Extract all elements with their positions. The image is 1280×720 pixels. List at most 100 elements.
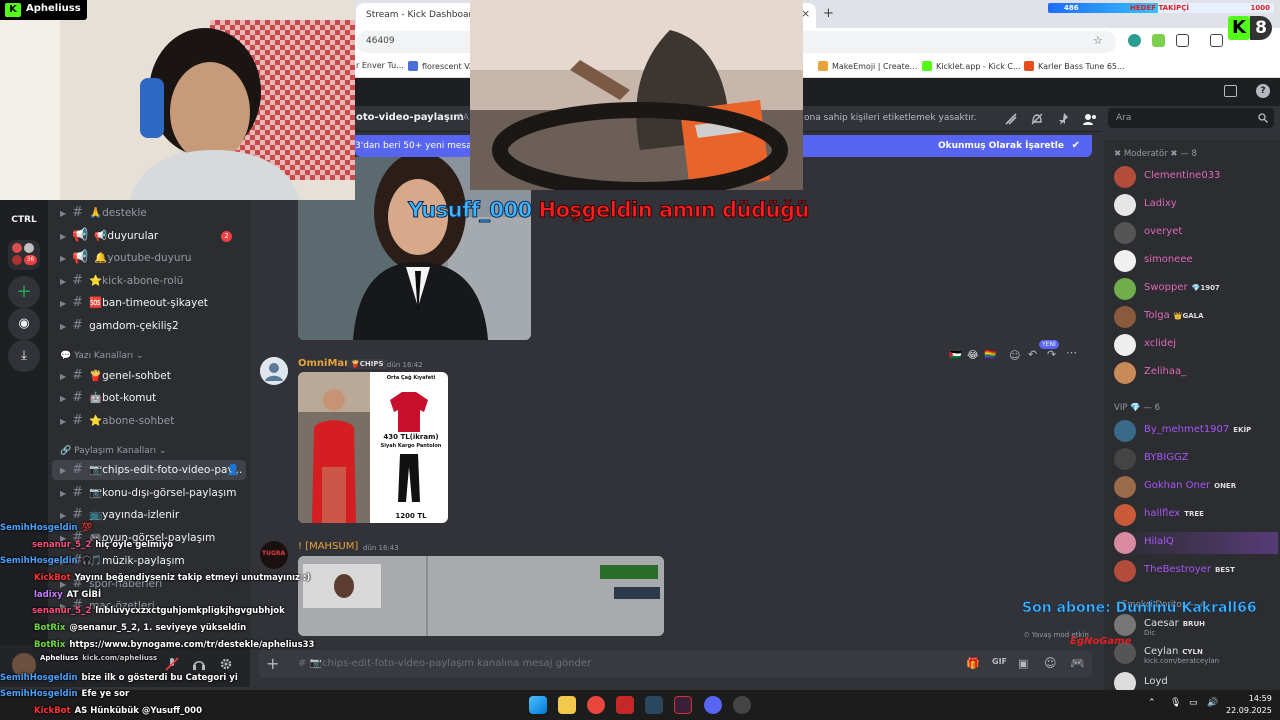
download-icon[interactable]: ⤓ <box>8 340 40 372</box>
mute-bell-icon[interactable] <box>1030 112 1044 126</box>
channel-item-gamdom[interactable]: ▶ # gamdom-çekiliş2 <box>48 316 244 336</box>
member-item[interactable]: simoneee <box>1114 250 1278 272</box>
avatar[interactable] <box>260 357 288 385</box>
member-list-icon[interactable] <box>1083 112 1097 126</box>
add-member-icon: 👤 <box>226 464 240 476</box>
video-overlay <box>470 0 803 190</box>
message-image[interactable] <box>298 556 664 636</box>
video-driving-feed <box>470 0 803 190</box>
app-icon[interactable] <box>616 696 634 714</box>
channel-item-bot-komut[interactable]: ▶ # 🤖bot-komut <box>48 388 244 408</box>
server-folder[interactable]: 36 <box>8 240 40 270</box>
message-timestamp: dün 16:43 <box>363 544 399 552</box>
member-item[interactable]: xclidej <box>1114 334 1278 356</box>
tray-chevron-icon[interactable]: ⌃ <box>1148 698 1156 708</box>
start-windows-icon[interactable] <box>529 696 547 714</box>
member-item[interactable]: By_mehmet1907 EKİP <box>1114 420 1278 442</box>
chrome-icon[interactable] <box>587 696 605 714</box>
channel-item-chips-edit[interactable]: ▶ # 📷chips-edit-foto-video-pay... 👤 <box>52 460 246 480</box>
more-icon[interactable]: ⋯ <box>1066 346 1077 359</box>
member-item[interactable]: hallflex TREE <box>1114 504 1278 526</box>
add-reaction-icon[interactable]: ☺ <box>1009 349 1020 362</box>
emoji-icon[interactable]: ☺ <box>1044 656 1057 670</box>
help-icon[interactable]: ? <box>1256 84 1270 98</box>
extension-shield-icon[interactable] <box>1128 34 1141 47</box>
pin-icon[interactable] <box>1057 112 1071 126</box>
new-messages-count: 3'dan beri 50+ yeni mesaj <box>355 141 475 151</box>
chat-line: SemihHosgeldin Efe ye sor <box>0 689 130 699</box>
member-item[interactable]: Caesar BRUH Dic <box>1114 614 1278 637</box>
follower-goal-bar: 486 HEDEF TAKİPÇİ 1000 <box>1048 3 1274 13</box>
search-input[interactable]: Ara <box>1108 108 1274 128</box>
tab-title: Stream - Kick Dashboard <box>366 10 478 20</box>
bookmark-star-icon[interactable]: ☆ <box>1093 34 1103 47</box>
channel-item-kick-abone-rolu[interactable]: ▶ # ⭐kick-abone-rolü <box>48 271 244 291</box>
apps-icon[interactable]: 🎮 <box>1070 656 1085 670</box>
member-item[interactable]: HilalQ <box>1114 532 1278 554</box>
mark-as-read-button[interactable]: Okunmuş Olarak İşaretle <box>938 141 1064 151</box>
member-item[interactable]: Gokhan Oner ONER <box>1114 476 1278 498</box>
reading-list-icon[interactable] <box>1210 34 1223 47</box>
message-author[interactable]: OmniMan <box>298 358 351 369</box>
threads-icon[interactable] <box>1004 112 1018 126</box>
message-image[interactable]: Orta Çağ Kıyafeti 430 TL(ikram) Siyah Ka… <box>298 372 448 523</box>
bookmark-item[interactable]: Karler Bass Tune 65... <box>1024 61 1125 71</box>
server-icon-ctrl[interactable]: CTRL <box>8 204 40 236</box>
goal-target: 1000 <box>1250 4 1270 12</box>
tray-clock[interactable]: 14:59 22.09.2025 <box>1226 693 1272 717</box>
reaction-flag-icon[interactable]: 🇵🇸 <box>949 350 961 361</box>
message-list: OmniMan 🍟CHIPS dün 16:42 YENİ 🇵🇸 😂 🏳️‍🌈 … <box>250 157 1100 645</box>
member-item[interactable]: Tolga 👑GALA <box>1114 306 1278 328</box>
channel-item-konu-disi[interactable]: ▶ # 📷konu-dışı-görsel-paylaşım <box>48 483 244 503</box>
file-explorer-icon[interactable] <box>558 696 576 714</box>
new-tab-icon[interactable]: + <box>823 6 834 21</box>
inbox-icon[interactable] <box>1224 85 1237 97</box>
category-text-channels[interactable]: 💬 Yazı Kanalları ⌄ <box>60 351 144 361</box>
channel-item-genel-sohbet[interactable]: ▶ # 🍟genel-sohbet <box>48 366 244 386</box>
forward-icon[interactable]: ↷ <box>1047 348 1056 361</box>
photo-stream-screenshot <box>298 556 664 636</box>
channel-item-youtube-duyuru[interactable]: ▶ 📢 🔔youtube-duyuru <box>48 248 244 268</box>
bookmark-item[interactable]: MakeEmoji | Create... <box>818 61 917 71</box>
kick-badge: K 8 <box>1228 16 1274 42</box>
channel-item-destekle[interactable]: ▶ # 🙏destekle <box>48 203 244 223</box>
discord-icon[interactable] <box>704 696 722 714</box>
extensions-puzzle-icon[interactable] <box>1176 34 1189 47</box>
sticker-icon[interactable]: ▣ <box>1018 657 1028 670</box>
channel-item-ban-timeout[interactable]: ▶ # 🆘ban-timeout-şikayet <box>48 293 244 313</box>
category-share-channels[interactable]: 🔗 Paylaşım Kanalları ⌄ <box>60 446 166 456</box>
gif-icon[interactable]: GIF <box>992 657 1007 666</box>
reply-icon[interactable]: ↶ <box>1028 348 1037 361</box>
member-item[interactable]: Loyd <box>1114 672 1278 690</box>
member-item[interactable]: Ladixy <box>1114 194 1278 216</box>
explore-compass-icon[interactable]: ◉ <box>8 308 40 340</box>
reaction-laugh-icon[interactable]: 😂 <box>967 350 979 361</box>
app-v-icon[interactable] <box>674 696 692 714</box>
steam-icon[interactable] <box>645 696 663 714</box>
channel-item-duyurular[interactable]: ▶ 📢 📢duyurular 2 <box>48 226 244 246</box>
member-item[interactable]: BYBIGGZ <box>1114 448 1278 470</box>
chat-line: Apheliuss kick.com/apheliuss <box>40 654 158 662</box>
member-item[interactable]: Ceylan CYLN kick.com/beratceylan <box>1114 642 1278 665</box>
message-composer[interactable]: + # 📷chips-edit-foto-video-paylaşım kana… <box>258 650 1092 678</box>
member-item[interactable]: Zelihaa_ <box>1114 362 1278 384</box>
welcome-alert: Yusuff_000 Hoşgeldin amın düdüğü <box>408 198 810 223</box>
volume-icon[interactable]: 🔊 <box>1207 698 1218 708</box>
obs-icon[interactable] <box>733 696 751 714</box>
network-icon[interactable]: ▭ <box>1189 698 1198 708</box>
channel-item-abone-sohbet[interactable]: ▶ # ⭐abone-sohbet <box>48 411 244 431</box>
member-item[interactable]: overyet <box>1114 222 1278 244</box>
collage-title: Orta Çağ Kıyafeti <box>386 375 436 381</box>
add-server-icon[interactable]: + <box>8 276 40 308</box>
member-item[interactable]: TheBestroyer BEST <box>1114 560 1278 582</box>
bookmark-item[interactable]: r Enver Tu... <box>356 61 404 70</box>
gift-icon[interactable]: 🎁 <box>966 657 980 670</box>
channel-header-extra: SA <box>457 113 470 123</box>
reaction-rainbow-icon[interactable]: 🏳️‍🌈 <box>984 350 996 361</box>
microphone-icon[interactable]: 🎙 <box>1170 698 1181 708</box>
message-input[interactable]: # 📷chips-edit-foto-video-paylaşım kanalı… <box>298 658 591 669</box>
member-item[interactable]: Swopper 💎1907 <box>1114 278 1278 300</box>
extension-battery-icon[interactable] <box>1152 34 1165 47</box>
bookmark-item[interactable]: Kicklet.app - Kick C... <box>922 61 1021 71</box>
member-item[interactable]: Clementine033 <box>1114 166 1278 188</box>
